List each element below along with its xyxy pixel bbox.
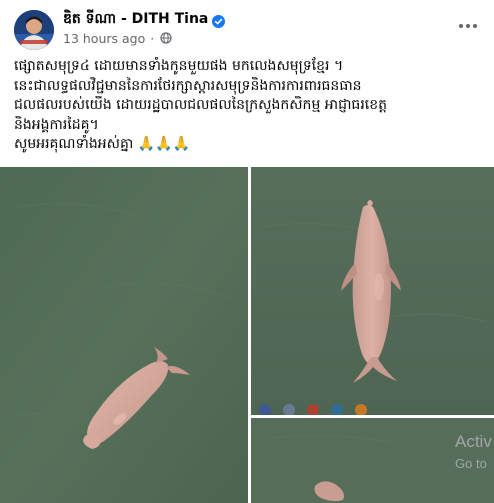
post-header: ឌិត ទីណា - DITH Tina 13 hours ago ·: [0, 0, 494, 56]
post-text-line: ជលផលរបស់យើង ដោយរដ្ឋបាលជលផលនៃក្រសួងកសិកម្…: [14, 97, 387, 113]
more-options-button[interactable]: [456, 14, 480, 38]
meta-separator: ·: [150, 30, 155, 46]
photo-dolphins-main[interactable]: [0, 167, 248, 503]
photo-dolphin-closeup[interactable]: [251, 167, 494, 415]
globe-icon[interactable]: [160, 32, 172, 44]
post-text-line: នេះជាលទ្ធផលវិជ្ជមាននៃការថែរក្សាស្តារសមុទ…: [14, 77, 362, 94]
post-text-line: និងអង្គការដៃគូ។: [14, 116, 99, 133]
author-avatar[interactable]: [14, 10, 54, 50]
author-name[interactable]: ឌិត ទីណា - DITH Tina: [63, 9, 208, 30]
post-text-line: សូមអរគុណទាំងអស់គ្នា 🙏🙏🙏: [14, 136, 191, 152]
photo-dolphin-bottom[interactable]: Activ Go to: [251, 418, 494, 503]
post-text: ផ្សោតសមុទ្រ៤ ដោយមានទាំងកូនមួយផង មកលេងសមុ…: [14, 57, 482, 155]
activate-windows-sub: Go to: [455, 456, 487, 471]
post-text-line: ផ្សោតសមុទ្រ៤ ដោយមានទាំងកូនមួយផង មកលេងសមុ…: [14, 58, 344, 74]
post-timestamp[interactable]: 13 hours ago: [63, 31, 145, 46]
activate-windows-title: Activ: [455, 432, 492, 451]
more-dots-icon: [459, 24, 477, 28]
verified-badge-icon: [212, 13, 226, 28]
